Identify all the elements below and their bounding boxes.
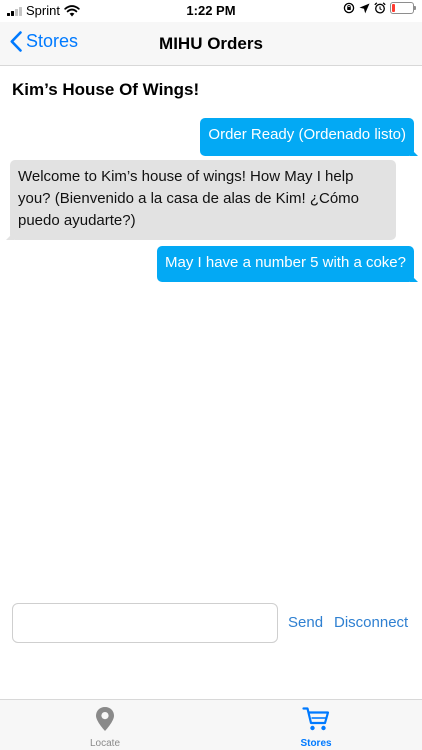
tab-bar: Locate Stores <box>0 699 422 750</box>
tab-label: Stores <box>300 738 332 749</box>
map-pin-icon <box>96 707 114 731</box>
back-button[interactable]: Stores <box>10 31 78 52</box>
location-arrow-icon <box>359 3 370 13</box>
message-bubble-incoming: Welcome to Kim’s house of wings! How May… <box>10 160 396 240</box>
message-bubble-outgoing: Order Ready (Ordenado listo) <box>200 118 414 156</box>
cart-icon <box>302 707 330 731</box>
tab-stores[interactable]: Stores <box>276 706 356 749</box>
message-bubble-outgoing: May I have a number 5 with a coke? <box>157 246 414 282</box>
chevron-left-icon <box>10 31 22 52</box>
tab-label: Locate <box>89 738 121 749</box>
send-button[interactable]: Send <box>288 614 323 631</box>
rotation-lock-icon <box>343 2 355 14</box>
message-text: May I have a number 5 with a coke? <box>165 254 406 271</box>
status-right <box>343 2 416 14</box>
message-text: Order Ready (Ordenado listo) <box>208 126 406 143</box>
message-text: Welcome to Kim’s house of wings! How May… <box>18 168 360 229</box>
message-input[interactable] <box>12 603 278 643</box>
store-name: Kim’s House Of Wings! <box>12 80 200 99</box>
battery-icon <box>390 2 416 14</box>
tab-locate[interactable]: Locate <box>65 706 145 749</box>
navigation-bar: Stores MIHU Orders <box>0 22 422 66</box>
status-bar: Sprint 1:22 PM <box>0 0 422 22</box>
alarm-icon <box>374 2 386 14</box>
disconnect-button[interactable]: Disconnect <box>334 614 408 631</box>
back-button-label: Stores <box>26 31 79 51</box>
